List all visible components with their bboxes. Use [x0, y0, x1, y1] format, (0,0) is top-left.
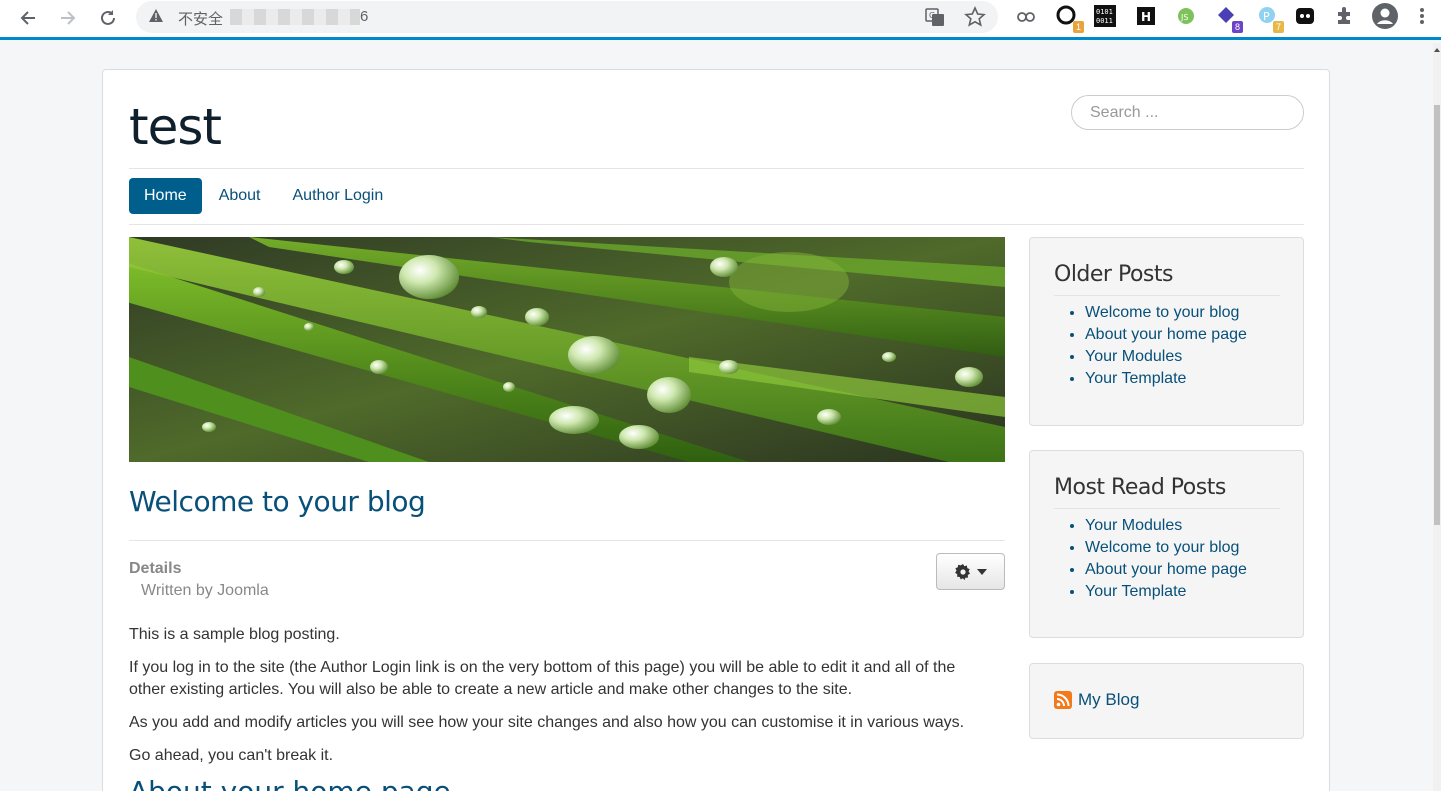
- scroll-up-icon[interactable]: [1433, 43, 1441, 57]
- article-paragraph: As you add and modify articles you will …: [129, 714, 965, 731]
- menu-item-home[interactable]: Home: [129, 178, 202, 214]
- forward-button[interactable]: [54, 4, 82, 32]
- extension-p-icon[interactable]: P 7: [1256, 5, 1284, 33]
- older-posts-module: Older Posts Welcome to your blog About y…: [1029, 237, 1304, 426]
- rss-icon: [1054, 691, 1072, 709]
- next-article-title[interactable]: About your home page: [129, 775, 451, 791]
- url-redacted: [230, 9, 360, 25]
- back-button[interactable]: [14, 4, 42, 32]
- article-options-button[interactable]: [936, 553, 1005, 590]
- caret-down-icon: [976, 568, 987, 575]
- list-item[interactable]: About your home page: [1085, 559, 1247, 581]
- article-paragraph: This is a sample blog posting.: [129, 626, 340, 643]
- most-read-module: Most Read Posts Your Modules Welcome to …: [1029, 450, 1304, 638]
- article-divider: [129, 540, 1005, 541]
- extension-link-icon[interactable]: [1015, 5, 1037, 27]
- site-brand[interactable]: test: [129, 98, 222, 156]
- extension-circle-icon[interactable]: 1: [1056, 5, 1084, 33]
- page-container: test Home About Author Login: [102, 69, 1330, 791]
- list-item[interactable]: Welcome to your blog: [1085, 537, 1247, 559]
- svg-text:0011: 0011: [1096, 17, 1113, 25]
- article-author: Written by Joomla: [141, 582, 269, 599]
- warning-icon: [149, 9, 163, 22]
- url-text: 6: [360, 8, 369, 25]
- reload-button[interactable]: [94, 4, 122, 32]
- svg-text:JS: JS: [1180, 13, 1188, 22]
- security-label: 不安全: [178, 10, 224, 28]
- svg-text:0101: 0101: [1096, 8, 1113, 16]
- list-item[interactable]: Your Template: [1085, 581, 1247, 603]
- arrow-right-icon: [61, 11, 76, 25]
- feed-module: My Blog: [1029, 663, 1304, 739]
- extension-h-icon[interactable]: H: [1135, 5, 1157, 27]
- menu-item-author-login[interactable]: Author Login: [278, 178, 399, 214]
- module-divider: [1054, 295, 1280, 296]
- article-title[interactable]: Welcome to your blog: [129, 485, 426, 518]
- module-title: Most Read Posts: [1054, 475, 1226, 500]
- profile-avatar-icon[interactable]: [1372, 3, 1398, 29]
- browser-toolbar: 不安全 6 G 1 0101 0011 H JS 8 P 7: [0, 0, 1441, 40]
- menu-item-about[interactable]: About: [204, 178, 276, 214]
- svg-text:P: P: [1263, 10, 1270, 23]
- list-item[interactable]: About your home page: [1085, 324, 1247, 346]
- scrollbar-thumb[interactable]: [1434, 105, 1440, 525]
- reload-icon: [101, 10, 115, 25]
- article-paragraph: If you log in to the site (the Author Lo…: [129, 659, 956, 698]
- bookmark-star-icon[interactable]: [964, 6, 986, 28]
- main-menu: Home About Author Login: [129, 178, 400, 214]
- svg-text:H: H: [1141, 10, 1151, 24]
- most-read-list: Your Modules Welcome to your blog About …: [1085, 515, 1247, 603]
- extensions-puzzle-icon[interactable]: [1334, 5, 1356, 27]
- older-posts-list: Welcome to your blog About your home pag…: [1085, 302, 1247, 390]
- menu-kebab-icon[interactable]: [1414, 5, 1430, 27]
- translate-icon[interactable]: G: [925, 7, 945, 27]
- list-item[interactable]: Welcome to your blog: [1085, 302, 1247, 324]
- list-item[interactable]: Your Template: [1085, 368, 1247, 390]
- arrow-left-icon: [20, 11, 35, 25]
- feed-link[interactable]: My Blog: [1054, 690, 1139, 710]
- header-divider: [129, 168, 1304, 169]
- hero-image: [129, 237, 1005, 462]
- article-paragraph: Go ahead, you can't break it.: [129, 747, 334, 764]
- address-bar[interactable]: 不安全 6 G: [136, 1, 998, 33]
- extension-robot-icon[interactable]: [1294, 5, 1316, 27]
- module-divider: [1054, 508, 1280, 509]
- details-label: Details: [129, 560, 182, 577]
- list-item[interactable]: Your Modules: [1085, 346, 1247, 368]
- extension-vue-icon[interactable]: JS: [1175, 5, 1197, 27]
- extension-binary-icon[interactable]: 01010011: [1094, 5, 1116, 27]
- menu-divider: [129, 224, 1304, 225]
- extension-purple-icon[interactable]: 8: [1215, 5, 1243, 33]
- gear-icon: [954, 563, 970, 580]
- svg-text:G: G: [929, 11, 935, 20]
- search-input[interactable]: [1071, 95, 1304, 130]
- feed-label: My Blog: [1078, 690, 1140, 709]
- module-title: Older Posts: [1054, 262, 1173, 287]
- page-scrollbar[interactable]: [1433, 43, 1441, 791]
- list-item[interactable]: Your Modules: [1085, 515, 1247, 537]
